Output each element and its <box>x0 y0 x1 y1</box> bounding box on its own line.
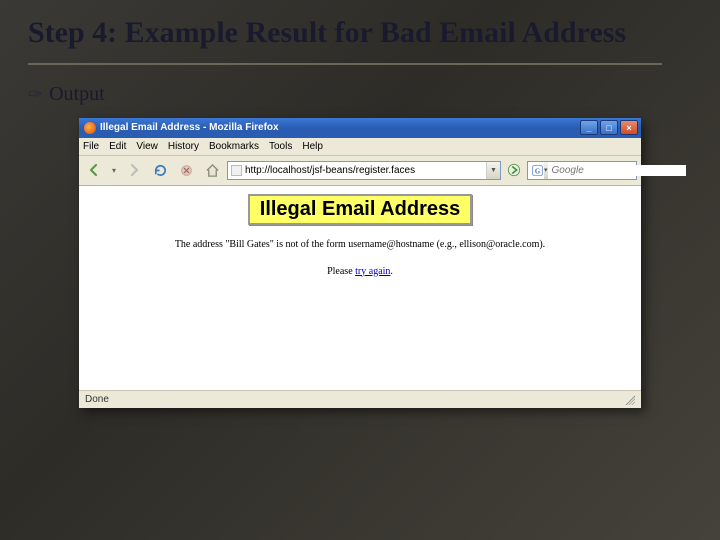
window-title: Illegal Email Address - Mozilla Firefox <box>100 122 580 133</box>
bullet-icon: ✑ <box>28 84 43 105</box>
search-engine-dropdown[interactable]: ▾ <box>544 162 548 179</box>
retry-prefix: Please <box>327 266 355 277</box>
menu-bookmarks[interactable]: Bookmarks <box>209 141 259 152</box>
try-again-link[interactable]: try again <box>355 266 390 277</box>
url-box[interactable]: ▼ <box>227 161 501 180</box>
status-text: Done <box>85 394 109 405</box>
page-content: Illegal Email Address The address "Bill … <box>79 186 641 390</box>
bullet-row: ✑ Output <box>0 65 720 106</box>
error-heading: Illegal Email Address <box>248 194 472 225</box>
resize-grip[interactable] <box>623 393 635 405</box>
forward-button[interactable] <box>123 159 145 181</box>
titlebar[interactable]: Illegal Email Address - Mozilla Firefox … <box>79 118 641 138</box>
menu-view[interactable]: View <box>136 141 158 152</box>
back-dropdown[interactable]: ▾ <box>109 159 119 181</box>
error-message: The address "Bill Gates" is not of the f… <box>89 239 631 250</box>
status-bar: Done <box>79 390 641 408</box>
menu-bar: File Edit View History Bookmarks Tools H… <box>79 138 641 156</box>
url-input[interactable] <box>245 165 483 176</box>
window-buttons: _ □ × <box>580 120 638 135</box>
toolbar: ▾ ▼ G ▾ <box>79 156 641 186</box>
page-icon <box>231 165 242 176</box>
url-dropdown[interactable]: ▼ <box>486 162 500 179</box>
svg-text:G: G <box>534 168 540 175</box>
firefox-icon <box>84 122 96 134</box>
stop-button[interactable] <box>175 159 197 181</box>
search-input[interactable] <box>552 165 686 176</box>
retry-suffix: . <box>390 266 393 277</box>
menu-history[interactable]: History <box>168 141 199 152</box>
browser-window: Illegal Email Address - Mozilla Firefox … <box>79 118 641 408</box>
reload-button[interactable] <box>149 159 171 181</box>
menu-help[interactable]: Help <box>302 141 323 152</box>
close-button[interactable]: × <box>620 120 638 135</box>
retry-line: Please try again. <box>89 266 631 277</box>
search-box[interactable]: G ▾ <box>527 161 637 180</box>
maximize-button[interactable]: □ <box>600 120 618 135</box>
home-button[interactable] <box>201 159 223 181</box>
menu-edit[interactable]: Edit <box>109 141 126 152</box>
bullet-text: Output <box>49 83 105 106</box>
go-button[interactable] <box>505 161 523 179</box>
back-button[interactable] <box>83 159 105 181</box>
menu-file[interactable]: File <box>83 141 99 152</box>
slide-title: Step 4: Example Result for Bad Email Add… <box>0 0 720 57</box>
google-icon[interactable]: G <box>531 164 543 176</box>
menu-tools[interactable]: Tools <box>269 141 292 152</box>
minimize-button[interactable]: _ <box>580 120 598 135</box>
